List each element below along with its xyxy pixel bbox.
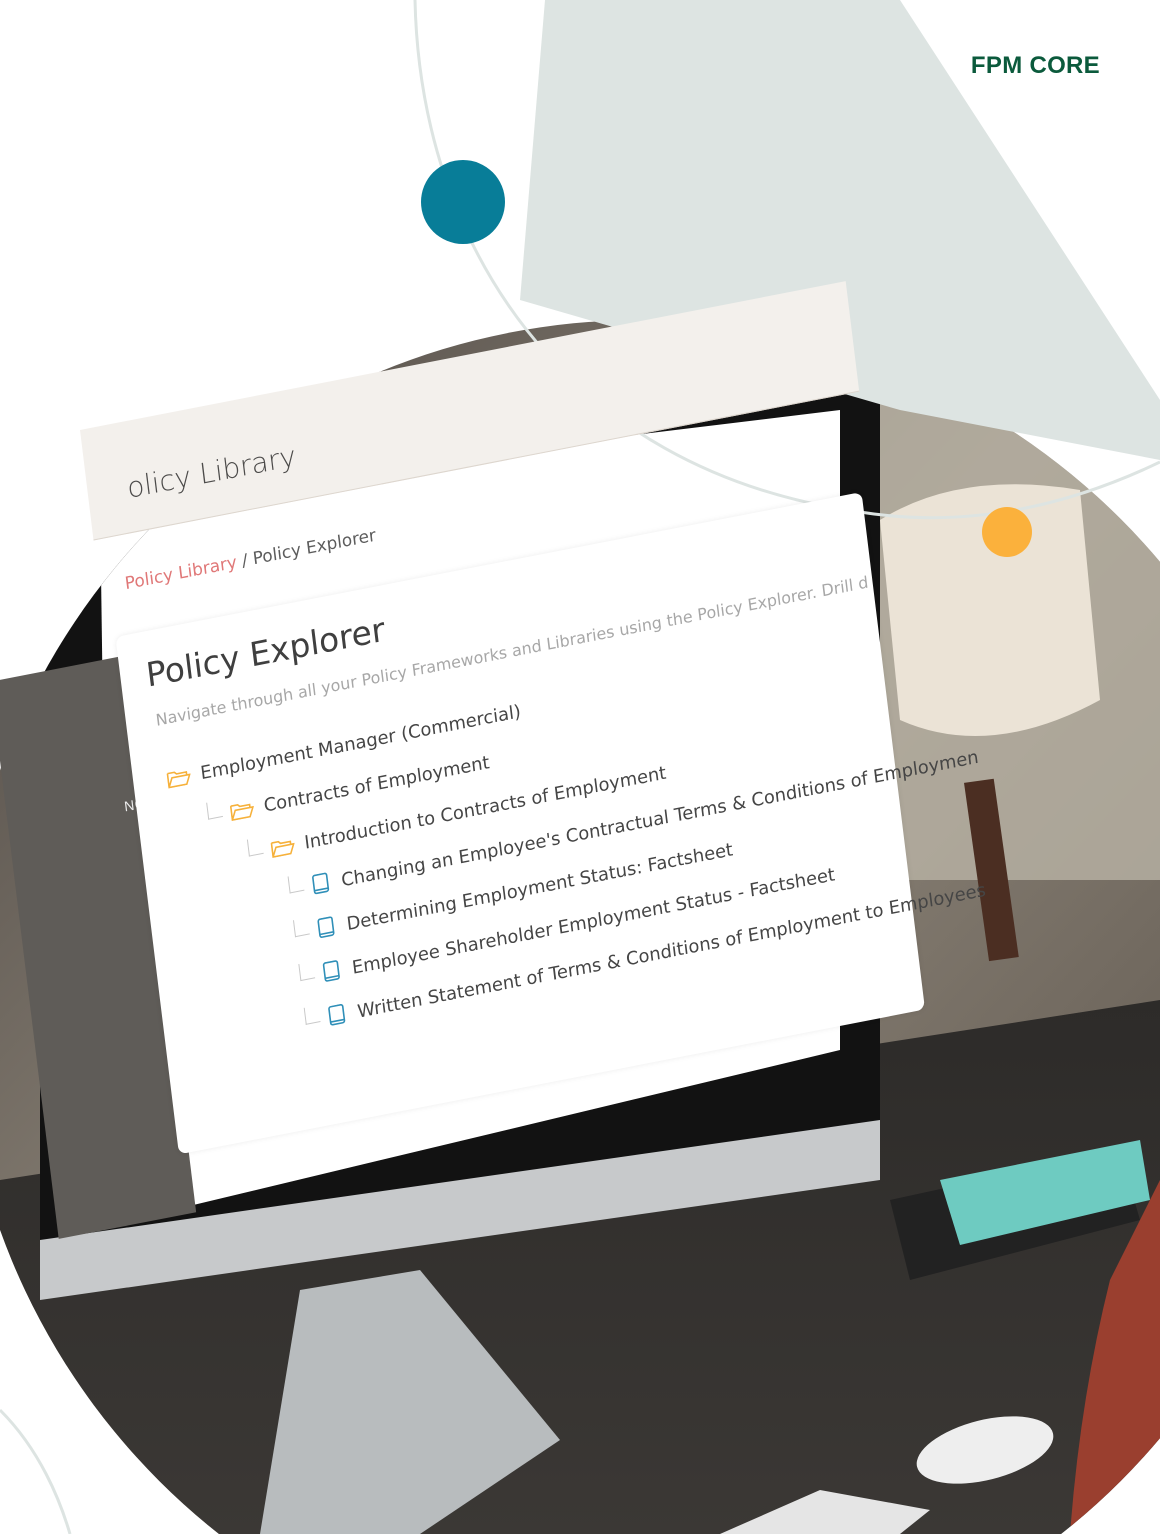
teal-dot bbox=[421, 160, 505, 244]
tree-connector bbox=[303, 1004, 321, 1025]
app-screen: NCE ▾ olicy Library Policy Library / Pol… bbox=[0, 281, 987, 1239]
folder-open-icon bbox=[166, 770, 191, 789]
tree-connector bbox=[292, 917, 310, 937]
book-icon bbox=[322, 960, 340, 982]
folder-open-icon bbox=[270, 839, 295, 858]
brand-logo-text: FPM CORE bbox=[970, 52, 1100, 79]
breadcrumb-separator: / bbox=[240, 550, 249, 572]
breadcrumb-current: Policy Explorer bbox=[251, 525, 377, 570]
breadcrumb-link-policy-library[interactable]: Policy Library bbox=[124, 553, 238, 595]
tree-connector bbox=[298, 960, 316, 981]
breadcrumb: Policy Library / Policy Explorer bbox=[124, 526, 377, 595]
orange-dot bbox=[982, 507, 1032, 557]
tree-connector bbox=[246, 836, 264, 857]
folder-open-icon bbox=[229, 803, 254, 821]
decorative-arc-bottom bbox=[0, 1408, 72, 1534]
brochure-page: FPM CORE NCE ▾ olicy Library Policy Libr… bbox=[0, 0, 1160, 1534]
tree-connector bbox=[287, 873, 305, 894]
page-title: olicy Library bbox=[125, 439, 298, 505]
policy-tree: Employment Manager (Commercial) Contracts… bbox=[164, 603, 997, 1064]
book-icon bbox=[328, 1004, 346, 1026]
book-icon bbox=[312, 872, 330, 895]
tree-connector bbox=[206, 799, 223, 820]
book-icon bbox=[317, 916, 335, 938]
